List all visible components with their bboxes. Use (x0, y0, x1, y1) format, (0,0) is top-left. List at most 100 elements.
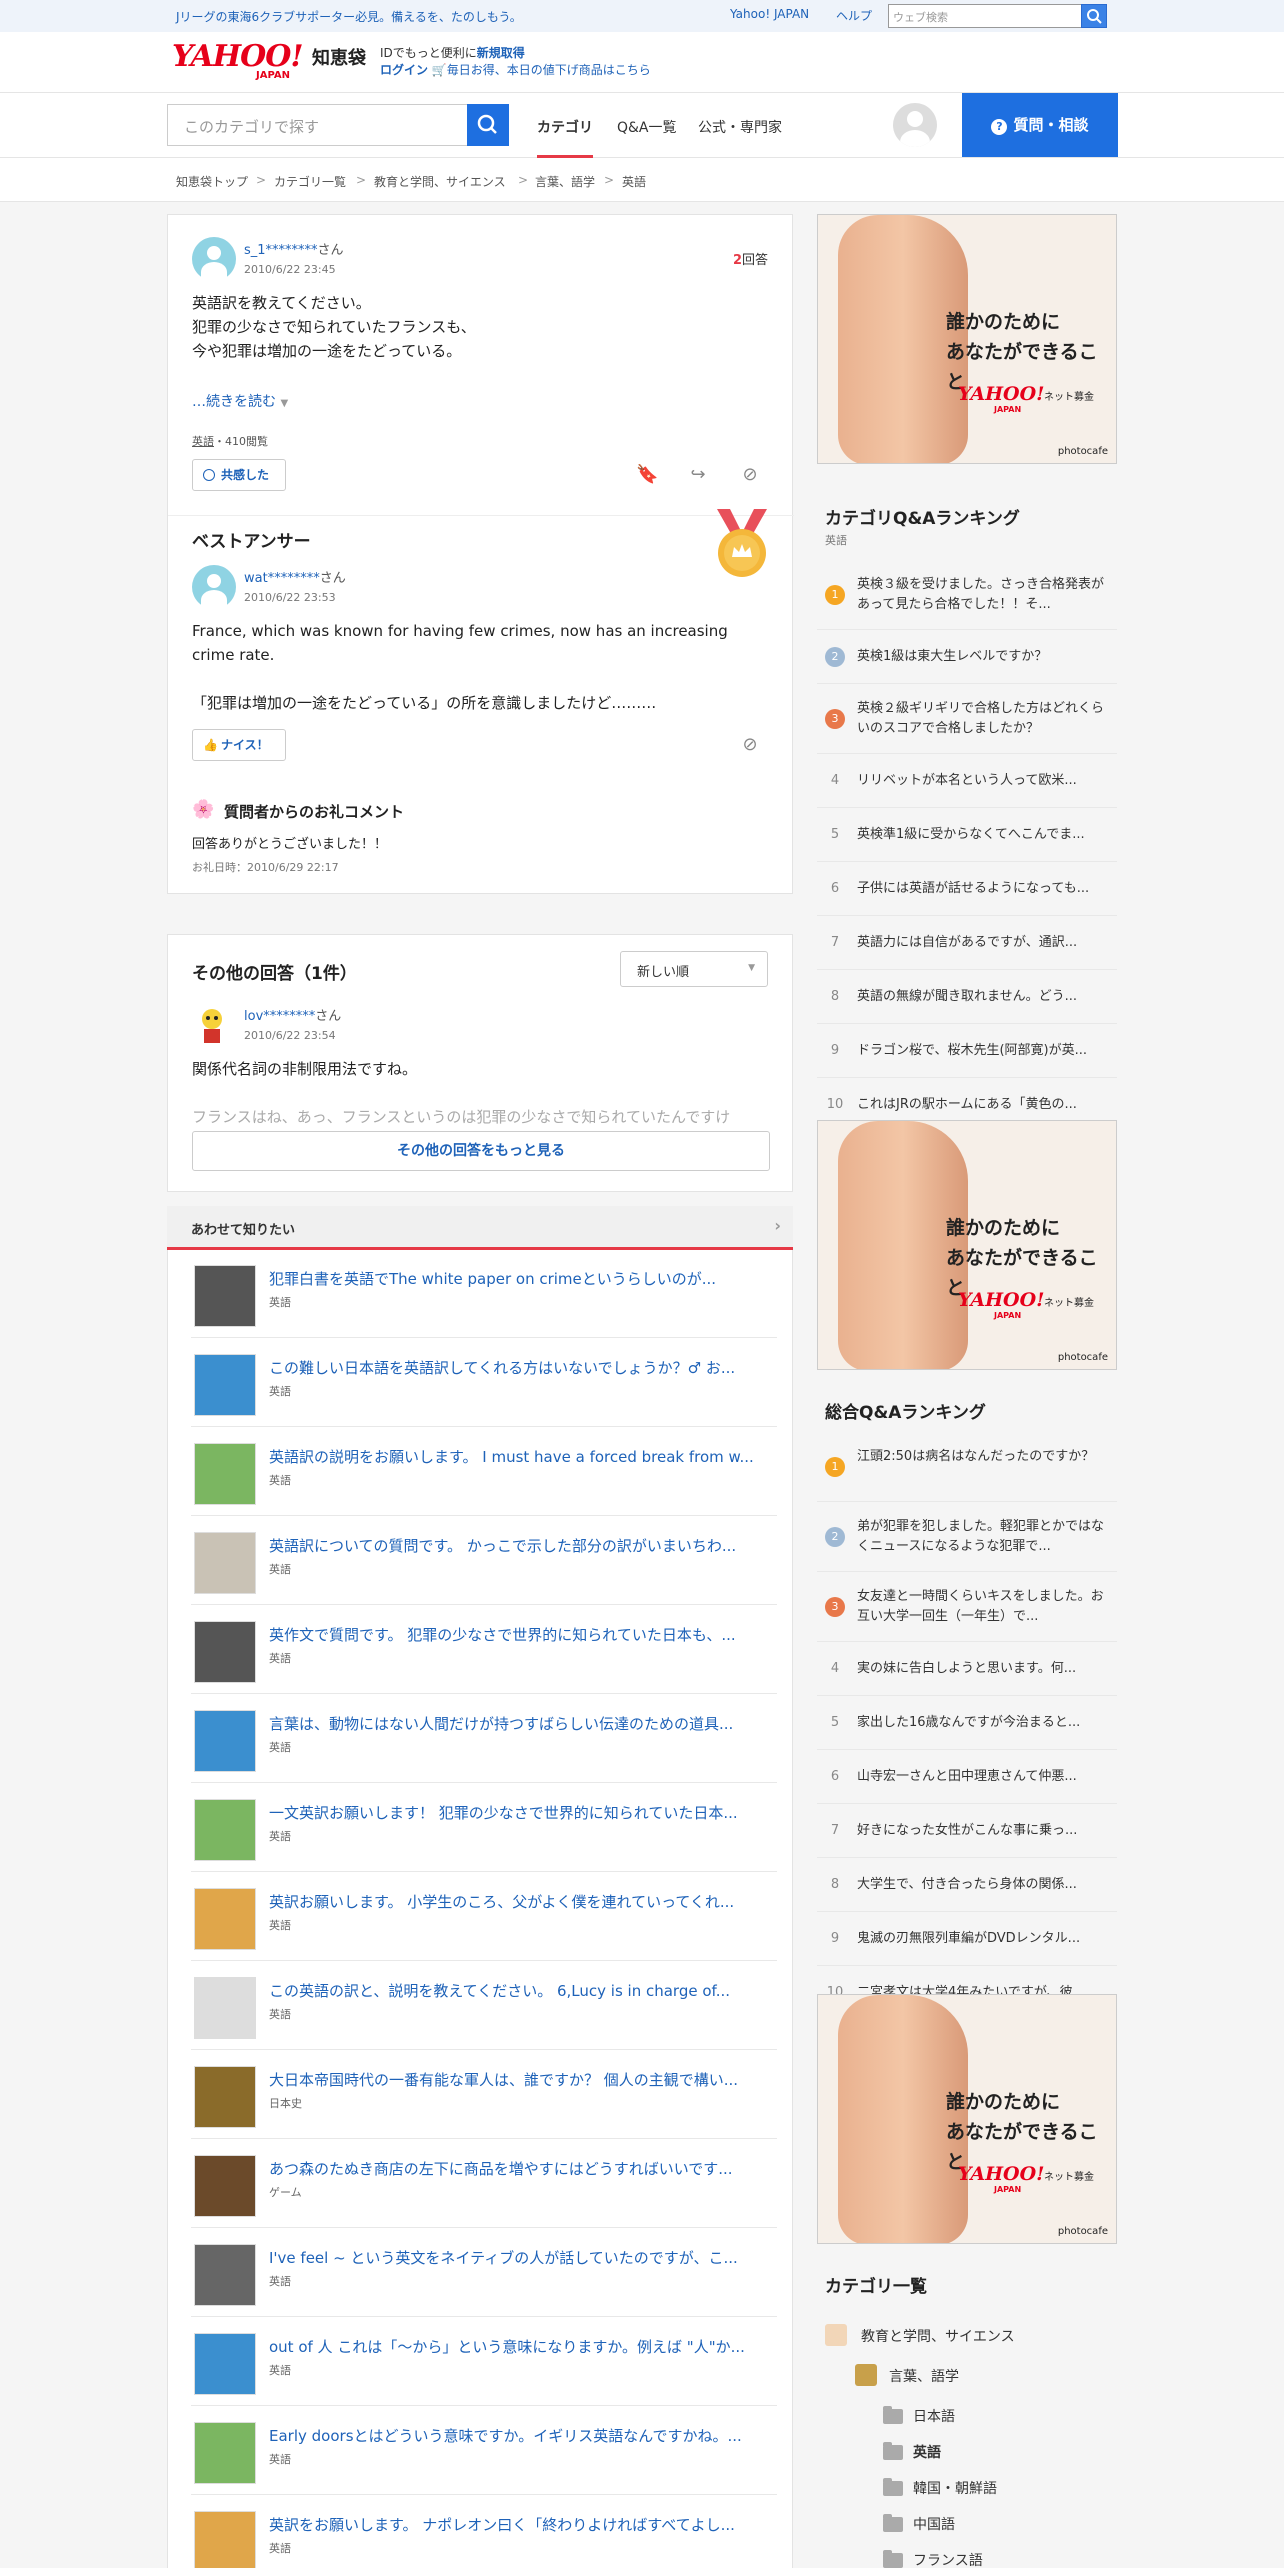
related-title[interactable]: 英語訳の説明をお願いします。 I must have a forced brea… (269, 1446, 779, 1467)
nice-button[interactable]: 👍 ナイス！ (192, 729, 286, 761)
read-more-link[interactable]: …続きを読む ▼ (192, 391, 288, 411)
ranking-item[interactable]: 2 弟が犯罪を犯しました。軽犯罪とかではなくニュースになるような犯罪で... (817, 1502, 1117, 1572)
questioner-avatar[interactable] (192, 237, 236, 282)
related-item[interactable]: 英語訳についての質問です。 かっこで示した部分の訳がいまいちわ... 英語 (191, 1517, 777, 1605)
related-title[interactable]: 英訳をお願いします。 ナポレオン曰く「終わりよければすべてよし... (269, 2514, 779, 2535)
category-child[interactable]: 中国語 (913, 2514, 955, 2534)
related-item[interactable]: 英訳お願いします。 小学生のころ、父がよく僕を連れていってくれ... 英語 (191, 1873, 777, 1961)
sort-select[interactable]: 新しい順 ▼ (620, 951, 768, 987)
category-child[interactable]: 韓国・朝鮮語 (913, 2478, 997, 2498)
ranking-text[interactable]: 女友達と一時間くらいキスをしました。お互い大学一回生（一年生）で... (857, 1587, 1105, 1627)
ranking-text[interactable]: 大学生で、付き合ったら身体の関係... (857, 1875, 1105, 1895)
ranking-text[interactable]: 子供には英語が話せるようになっても... (857, 879, 1105, 899)
ranking-text[interactable]: 英語の無線が聞き取れません。どう... (857, 987, 1105, 1007)
ranking-item[interactable]: 1 江頭2:50は病名はなんだったのですか？ (817, 1432, 1117, 1502)
ad-banner[interactable]: 誰かのために あなたができること YAHOO! ネット募金 JAPAN photocafe (817, 1120, 1117, 1370)
tab-official[interactable]: 公式・専門家 (698, 117, 782, 137)
related-title[interactable]: 一文英訳お願いします！ 犯罪の少なさで世界的に知られていた日本... (269, 1802, 779, 1823)
bookmark-icon[interactable]: 🔖 (636, 465, 658, 485)
ranking-item[interactable]: 6 子供には英語が話せるようになっても... (817, 862, 1117, 916)
related-item[interactable]: あつ森のたぬき商店の左下に商品を増やすにはどうすればいいです... ゲーム (191, 2140, 777, 2228)
related-item[interactable]: I've feel ~ という英文をネイティブの人が話していたのですが、こ...… (191, 2229, 777, 2317)
related-item[interactable]: 英語訳の説明をお願いします。 I must have a forced brea… (191, 1428, 777, 1516)
deal-link[interactable]: 毎日お得、本日の値下げ商品はこちら (447, 63, 651, 77)
breadcrumb-item[interactable]: 知恵袋トップ (176, 173, 248, 190)
ranking-text[interactable]: 英検準1級に受からなくてへこんでま... (857, 825, 1105, 845)
ranking-text[interactable]: 山寺宏一さんと田中理恵さんて仲悪... (857, 1767, 1105, 1787)
category-search-input[interactable]: このカテゴリで探す (167, 104, 469, 146)
ranking-item[interactable]: 9 鬼滅の刃無限列車編がDVDレンタル... (817, 1912, 1117, 1966)
yahoo-logo[interactable]: YAHOO! JAPAN (172, 42, 306, 82)
ranking-item[interactable]: 8 英語の無線が聞き取れません。どう... (817, 970, 1117, 1024)
ranking-item[interactable]: 4 リリベットが本名という人って欧米... (817, 754, 1117, 808)
ranking-text[interactable]: 英検1級は東大生レベルですか？ (857, 647, 1105, 667)
ranking-item[interactable]: 2 英検1級は東大生レベルですか？ (817, 630, 1117, 684)
category-parent[interactable]: 言葉、語学 (889, 2366, 959, 2386)
more-answers-button[interactable]: その他の回答をもっと見る (192, 1131, 770, 1171)
breadcrumb-item[interactable]: 教育と学問、サイエンス (374, 173, 506, 190)
related-title[interactable]: 英作文で質問です。 犯罪の少なさで世界的に知られていた日本も、... (269, 1624, 779, 1645)
related-item[interactable]: 一文英訳お願いします！ 犯罪の少なさで世界的に知られていた日本... 英語 (191, 1784, 777, 1872)
related-title[interactable]: 英訳お願いします。 小学生のころ、父がよく僕を連れていってくれ... (269, 1891, 779, 1912)
questioner-name[interactable]: s_1********さん (244, 239, 344, 258)
ranking-text[interactable]: これはJRの駅ホームにある「黄色の... (857, 1095, 1105, 1115)
ranking-text[interactable]: 英語力には自信があるですが、通訳... (857, 933, 1105, 953)
tab-category[interactable]: カテゴリ (537, 117, 593, 158)
ranking-text[interactable]: 家出した16歳なんですが今治まると... (857, 1713, 1105, 1733)
empathy-button[interactable]: 共感した (192, 459, 286, 491)
promo-link[interactable]: Jリーグの東海6クラブサポーター必見。備えるを、たのしもう。 (176, 8, 522, 25)
related-title[interactable]: out of 人 これは「〜から」という意味になりますか。例えば "人"か... (269, 2336, 779, 2357)
ranking-text[interactable]: 鬼滅の刃無限列車編がDVDレンタル... (857, 1929, 1105, 1949)
related-item[interactable]: 英訳をお願いします。 ナポレオン曰く「終わりよければすべてよし... 英語 (191, 2496, 777, 2568)
related-item[interactable]: この英語の訳と、説明を教えてください。 6,Lucy is in charge … (191, 1962, 777, 2050)
service-name[interactable]: 知恵袋 (312, 44, 366, 70)
ad-banner[interactable]: 誰かのために あなたができること YAHOO! ネット募金 JAPAN photocafe (817, 1994, 1117, 2244)
related-title[interactable]: この英語の訳と、説明を教えてください。 6,Lucy is in charge … (269, 1980, 779, 2001)
ranking-item[interactable]: 1 英検３級を受けました。さっき合格発表があって見たら合格でした！！そ... (817, 560, 1117, 630)
ranking-text[interactable]: リリベットが本名という人って欧米... (857, 771, 1105, 791)
yahoo-japan-link[interactable]: Yahoo! JAPAN (730, 7, 809, 21)
login-link[interactable]: ログイン (380, 63, 428, 77)
related-title[interactable]: この難しい日本語を英語訳してくれる方はいないでしょうか？♂ お... (269, 1357, 779, 1378)
ranking-text[interactable]: 江頭2:50は病名はなんだったのですか？ (857, 1447, 1105, 1467)
ranking-text[interactable]: 弟が犯罪を犯しました。軽犯罪とかではなくニュースになるような犯罪で... (857, 1517, 1105, 1557)
web-search-button[interactable] (1081, 4, 1107, 28)
ranking-text[interactable]: 英検２級ギリギリで合格した方はどれくらいのスコアで合格しましたか？ (857, 699, 1105, 739)
ranking-item[interactable]: 8 大学生で、付き合ったら身体の関係... (817, 1858, 1117, 1912)
related-item[interactable]: 大日本帝国時代の一番有能な軍人は、誰ですか？ 個人の主観で構い... 日本史 (191, 2051, 777, 2139)
ranking-item[interactable]: 7 英語力には自信があるですが、通訳... (817, 916, 1117, 970)
ranking-item[interactable]: 7 好きになった女性がこんな事に乗っ... (817, 1804, 1117, 1858)
related-item[interactable]: 英作文で質問です。 犯罪の少なさで世界的に知られていた日本も、... 英語 (191, 1606, 777, 1694)
ranking-text[interactable]: 実の妹に告白しようと思います。何... (857, 1659, 1105, 1679)
category-child[interactable]: 英語 (913, 2442, 941, 2462)
answerer-name[interactable]: lov********さん (244, 1005, 341, 1024)
ranking-item[interactable]: 5 家出した16歳なんですが今治まると... (817, 1696, 1117, 1750)
block-icon[interactable]: ⊘ (740, 465, 760, 485)
ranking-item[interactable]: 4 実の妹に告白しようと思います。何... (817, 1642, 1117, 1696)
related-item[interactable]: 犯罪白書を英語でThe white paper on crimeというらしいのが… (191, 1250, 777, 1338)
web-search-input[interactable]: ウェブ検索 (888, 4, 1084, 28)
answerer-name[interactable]: wat********さん (244, 567, 346, 586)
ranking-item[interactable]: 3 英検２級ギリギリで合格した方はどれくらいのスコアで合格しましたか？ (817, 684, 1117, 754)
tag-link[interactable]: 英語 (192, 435, 214, 448)
ranking-text[interactable]: ドラゴン桜で、桜木先生(阿部寛)が英... (857, 1041, 1105, 1061)
ranking-item[interactable]: 5 英検準1級に受からなくてへこんでま... (817, 808, 1117, 862)
related-item[interactable]: Early doorsとはどういう意味ですか。イギリス英語なんですかね。... 英… (191, 2407, 777, 2495)
breadcrumb-item[interactable]: 言葉、語学 (535, 173, 595, 190)
user-avatar[interactable] (893, 103, 937, 147)
tab-qa-list[interactable]: Q&A一覧 (617, 117, 677, 137)
answerer-avatar[interactable] (194, 1005, 230, 1045)
ask-question-button[interactable]: ? 質問・相談 (962, 93, 1118, 157)
breadcrumb-item[interactable]: カテゴリ一覧 (274, 173, 346, 190)
category-child[interactable]: フランス語 (913, 2550, 983, 2568)
chevron-right-icon[interactable]: › (774, 1216, 781, 1235)
category-root[interactable]: 教育と学問、サイエンス (861, 2326, 1015, 2346)
block-icon[interactable]: ⊘ (740, 735, 760, 755)
help-link[interactable]: ヘルプ (836, 7, 872, 24)
related-item[interactable]: out of 人 これは「〜から」という意味になりますか。例えば "人"か...… (191, 2318, 777, 2406)
category-search-button[interactable] (467, 104, 509, 146)
ranking-text[interactable]: 好きになった女性がこんな事に乗っ... (857, 1821, 1105, 1841)
share-icon[interactable]: ↪ (688, 465, 708, 485)
related-item[interactable]: この難しい日本語を英語訳してくれる方はいないでしょうか？♂ お... 英語 (191, 1339, 777, 1427)
answer-count[interactable]: 2回答 (733, 249, 768, 268)
